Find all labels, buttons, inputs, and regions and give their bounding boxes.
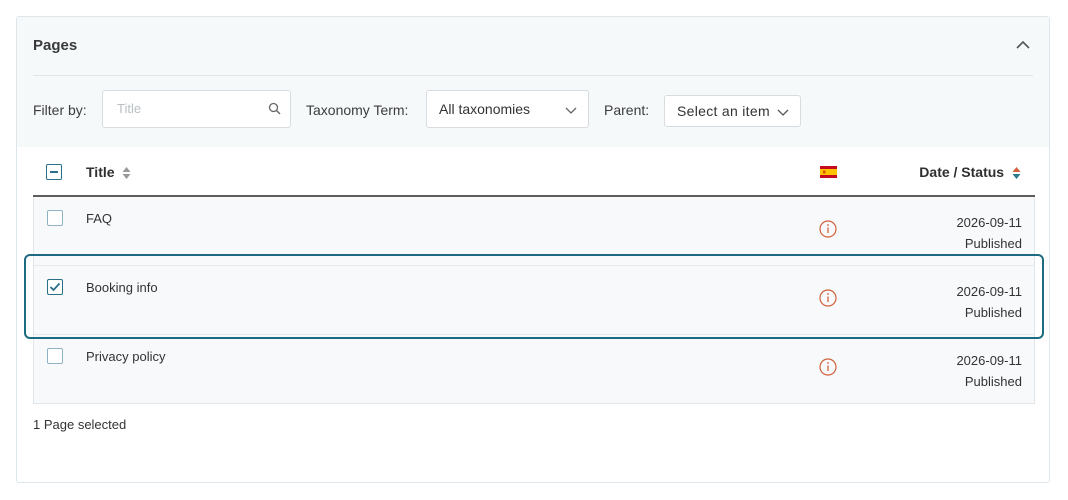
- taxonomy-select-value: All taxonomies: [439, 101, 531, 117]
- header-divider: [33, 75, 1033, 76]
- sort-icon: [122, 167, 131, 180]
- row-date: 2026-09-11: [956, 215, 1022, 230]
- table-row[interactable]: Booking info 2026-09-11 Published: [34, 265, 1034, 334]
- warning-info-icon[interactable]: [819, 289, 837, 307]
- row-checkbox[interactable]: [47, 348, 63, 364]
- parent-select[interactable]: Select an item: [664, 95, 801, 127]
- chevron-up-icon: [1016, 40, 1030, 49]
- pages-table: Title Date / Status FAQ 2026-09-11 Publi…: [33, 147, 1035, 404]
- panel-title: Pages: [33, 37, 78, 54]
- row-checkbox[interactable]: [47, 279, 63, 295]
- date-status-column-header[interactable]: Date / Status: [919, 164, 1021, 180]
- chevron-down-icon: [777, 109, 789, 116]
- row-date-status: 2026-09-11 Published: [956, 212, 1022, 254]
- taxonomy-select[interactable]: All taxonomies: [426, 90, 589, 128]
- date-status-column-label: Date / Status: [919, 164, 1005, 180]
- pages-panel: Pages Filter by: Taxonomy Term: All taxo…: [16, 16, 1050, 483]
- parent-select-value: Select an item: [677, 103, 770, 119]
- title-filter-field: [102, 90, 291, 128]
- table-row[interactable]: FAQ 2026-09-11 Published: [34, 197, 1034, 265]
- row-date: 2026-09-11: [956, 353, 1022, 368]
- warning-info-icon[interactable]: [819, 358, 837, 376]
- es-flag-icon: [820, 166, 837, 178]
- row-date-status: 2026-09-11 Published: [956, 350, 1022, 392]
- sort-icon: [1012, 167, 1021, 180]
- row-title[interactable]: Booking info: [86, 280, 158, 295]
- parent-label: Parent:: [604, 102, 650, 118]
- filter-by-label: Filter by:: [33, 102, 87, 118]
- row-title[interactable]: FAQ: [86, 211, 112, 226]
- row-status: Published: [964, 305, 1022, 320]
- selection-count: 1 Page selected: [33, 417, 127, 432]
- select-all-checkbox[interactable]: [46, 164, 62, 180]
- row-checkbox[interactable]: [47, 210, 63, 226]
- table-body: FAQ 2026-09-11 Published Booking info 20…: [33, 197, 1035, 404]
- warning-info-icon[interactable]: [819, 220, 837, 238]
- taxonomy-term-label: Taxonomy Term:: [306, 102, 409, 118]
- search-icon: [268, 102, 281, 115]
- row-date-status: 2026-09-11 Published: [956, 281, 1022, 323]
- title-column-label: Title: [86, 164, 115, 180]
- collapse-button[interactable]: [1013, 35, 1033, 55]
- chevron-down-icon: [565, 107, 577, 114]
- row-date: 2026-09-11: [956, 284, 1022, 299]
- title-filter-input[interactable]: [115, 100, 259, 117]
- row-status: Published: [964, 374, 1022, 389]
- row-title[interactable]: Privacy policy: [86, 349, 165, 364]
- table-row[interactable]: Privacy policy 2026-09-11 Published: [34, 334, 1034, 403]
- title-column-header[interactable]: Title: [86, 164, 131, 180]
- row-status: Published: [964, 236, 1022, 251]
- table-header: Title Date / Status: [33, 147, 1035, 197]
- checkmark-icon: [49, 282, 61, 292]
